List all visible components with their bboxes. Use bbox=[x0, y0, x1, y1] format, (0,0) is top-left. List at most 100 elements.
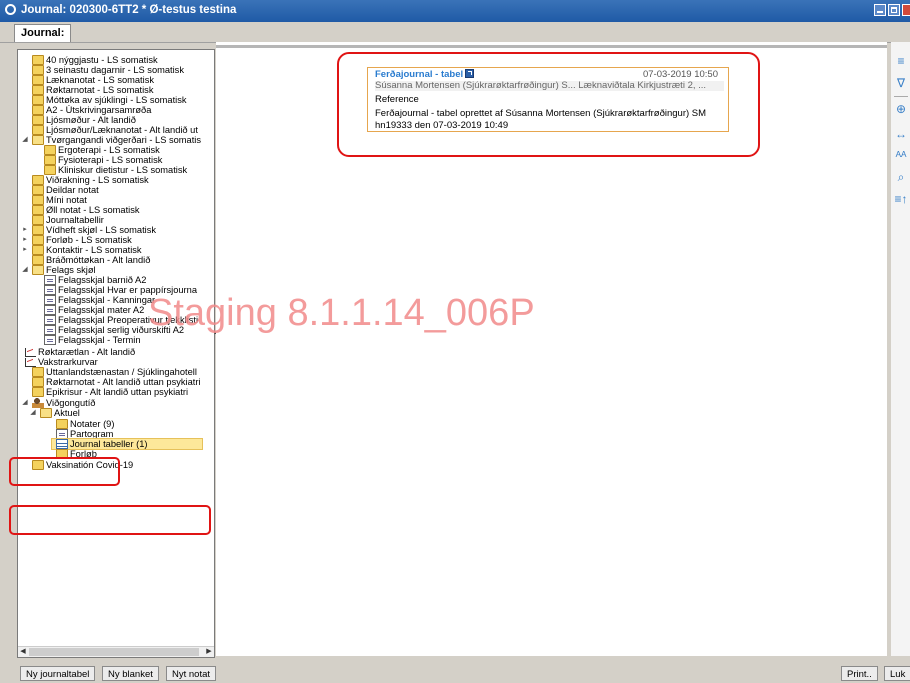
tree-node[interactable]: Kliniskur dietistur - LS somatisk bbox=[18, 165, 214, 175]
person-icon bbox=[32, 398, 44, 408]
tree-node-label: Kontaktir - LS somatisk bbox=[46, 245, 142, 255]
expand-arrow-icon[interactable]: ▸ bbox=[21, 235, 29, 245]
expand-arrow-icon[interactable]: ▸ bbox=[21, 245, 29, 255]
tree-node[interactable]: Journaltabellir bbox=[18, 215, 214, 225]
panel-divider bbox=[216, 45, 887, 48]
document-icon bbox=[44, 325, 56, 335]
tree-node-label: Felagsskjal - Kanningar bbox=[58, 295, 156, 305]
tree-node[interactable]: ▸ Kontaktir - LS somatisk bbox=[18, 245, 214, 255]
tree-node[interactable]: Epikrisur - Alt landið uttan psykiatri bbox=[18, 387, 214, 397]
tree-node[interactable]: Bráðmóttøkan - Alt landið bbox=[18, 255, 214, 265]
tree-node[interactable]: Míni notat bbox=[18, 195, 214, 205]
folder-icon bbox=[32, 377, 44, 387]
expand-arrow-icon[interactable]: ▸ bbox=[21, 225, 29, 235]
folder-icon bbox=[32, 195, 44, 205]
collapse-icon[interactable]: ⊕ bbox=[894, 102, 908, 116]
tree-node[interactable]: ◢ Tvørgangandi viðgerðari - LS somatis bbox=[18, 135, 214, 145]
tree-node[interactable]: ◢ Viðgongutíð bbox=[18, 398, 214, 408]
tree-node[interactable]: Røktarnotat - LS somatisk bbox=[18, 85, 214, 95]
search-document-icon[interactable]: ⌕ bbox=[894, 170, 908, 184]
tree-node-label: Felagsskjal - Termin bbox=[58, 335, 141, 345]
scrollbar-thumb[interactable] bbox=[29, 648, 199, 656]
folder-icon bbox=[44, 165, 56, 175]
tree-node[interactable]: ◢ Felags skjøl bbox=[18, 265, 214, 275]
tree-node[interactable]: Ergoterapi - LS somatisk bbox=[18, 145, 214, 155]
folder-open-icon bbox=[32, 135, 44, 145]
tree-node[interactable]: A2 - Útskrivingarsamrøða bbox=[18, 105, 214, 115]
sort-icon[interactable]: ≡↑ bbox=[894, 192, 908, 206]
tree-node[interactable]: Øll notat - LS somatisk bbox=[18, 205, 214, 215]
tree-node[interactable]: Røktarætlan - Alt landið bbox=[18, 347, 214, 357]
tree-node-label: Bráðmóttøkan - Alt landið bbox=[46, 255, 151, 265]
tree-node-label: 3 seinastu dagarnir - LS somatisk bbox=[46, 65, 184, 75]
folder-icon bbox=[32, 255, 44, 265]
tree-node[interactable]: Partogram bbox=[18, 429, 214, 439]
tree-node-label: Vídheft skjøl - LS somatisk bbox=[46, 225, 157, 235]
tree-node-label: Røktarnotat - Alt landið uttan psykiatri bbox=[46, 377, 201, 387]
tree-node-label: Felagsskjal mater A2 bbox=[58, 305, 145, 315]
folder-icon bbox=[32, 205, 44, 215]
collapse-arrow-icon[interactable]: ◢ bbox=[29, 408, 37, 418]
tree-node[interactable]: ◢ Aktuel bbox=[18, 408, 214, 418]
font-size-icon[interactable]: ᴬᴬ bbox=[894, 149, 908, 163]
tree-node-label: Ergoterapi - LS somatisk bbox=[58, 145, 160, 155]
folder-icon bbox=[32, 185, 44, 195]
folder-icon bbox=[56, 419, 68, 429]
tree-node[interactable]: Læknanotat - LS somatisk bbox=[18, 75, 214, 85]
maximize-button[interactable] bbox=[888, 4, 900, 16]
highlight-annotation bbox=[9, 505, 211, 535]
tree-node[interactable]: Viðrakning - LS somatisk bbox=[18, 175, 214, 185]
tab-journal[interactable]: Journal: bbox=[14, 24, 72, 42]
new-note-button[interactable]: Nyt notat bbox=[166, 666, 217, 681]
journal-tree-panel: 40 nýggjastu - LS somatisk 3 seinastu dag… bbox=[17, 49, 215, 658]
tree-node[interactable]: Deildar notat bbox=[18, 185, 214, 195]
tree-node[interactable]: 40 nýggjastu - LS somatisk bbox=[18, 55, 214, 65]
folder-icon bbox=[32, 95, 44, 105]
tree-node-label: Notater (9) bbox=[70, 419, 115, 429]
expand-width-icon[interactable]: ↔ bbox=[894, 127, 908, 141]
tree-node[interactable]: Móttøka av sjúklingi - LS somatisk bbox=[18, 95, 214, 105]
tree-node[interactable]: ▸ Forløb - LS somatisk bbox=[18, 235, 214, 245]
collapse-arrow-icon[interactable]: ◢ bbox=[21, 135, 29, 145]
tree-node[interactable]: Ljósmøður - Alt landið bbox=[18, 115, 214, 125]
filter-icon[interactable]: ∇ bbox=[894, 76, 908, 90]
tree-node-label: Øll notat - LS somatisk bbox=[46, 205, 140, 215]
tree-node-label: Fysioterapi - LS somatisk bbox=[58, 155, 163, 165]
new-form-button[interactable]: Ny blanket bbox=[102, 666, 159, 681]
close-window-button[interactable] bbox=[902, 4, 910, 16]
tree-node-label: Móttøka av sjúklingi - LS somatisk bbox=[46, 95, 187, 105]
collapse-arrow-icon[interactable]: ◢ bbox=[21, 265, 29, 275]
tree-node-label: Ljósmøður/Læknanotat - Alt landið ut bbox=[46, 125, 198, 135]
tree-node[interactable]: Fysioterapi - LS somatisk bbox=[18, 155, 214, 165]
tree-node[interactable]: Felagsskjal - Termin bbox=[18, 335, 214, 345]
tree-node-label: Felagsskjal barnið A2 bbox=[58, 275, 147, 285]
close-button[interactable]: Luk bbox=[884, 666, 910, 681]
tree-node[interactable]: Røktarnotat - Alt landið uttan psykiatri bbox=[18, 377, 214, 387]
tree-node[interactable]: Journal tabeller (1) bbox=[51, 438, 203, 450]
document-icon bbox=[44, 275, 56, 285]
tree-node[interactable]: Vakstrarkurvar bbox=[18, 357, 214, 367]
folder-open-icon bbox=[40, 408, 52, 418]
tree-node[interactable]: Ljósmøður/Læknanotat - Alt landið ut bbox=[18, 125, 214, 135]
tree-node[interactable]: ▸ Vídheft skjøl - LS somatisk bbox=[18, 225, 214, 235]
tree-node-label: Epikrisur - Alt landið uttan psykiatri bbox=[46, 387, 189, 397]
tree-node-label: Tvørgangandi viðgerðari - LS somatis bbox=[46, 135, 202, 145]
list-view-icon[interactable]: ≡ bbox=[894, 54, 908, 68]
scroll-left-icon[interactable]: ◀ bbox=[18, 647, 28, 657]
tree-node[interactable]: 3 seinastu dagarnir - LS somatisk bbox=[18, 65, 214, 75]
tree-node-label: Røktarnotat - LS somatisk bbox=[46, 85, 154, 95]
tree-node-label: Felags skjøl bbox=[46, 265, 96, 275]
new-journal-table-button[interactable]: Ny journaltabel bbox=[20, 666, 96, 681]
minimize-button[interactable] bbox=[874, 4, 886, 16]
tree-node-label: Forløb - LS somatisk bbox=[46, 235, 132, 245]
collapse-arrow-icon[interactable]: ◢ bbox=[21, 398, 29, 408]
tree-node[interactable]: Notater (9) bbox=[18, 419, 214, 429]
tree-node-label: Deildar notat bbox=[46, 185, 99, 195]
print-button[interactable]: Print.. bbox=[841, 666, 878, 681]
scroll-right-icon[interactable]: ▶ bbox=[204, 647, 214, 657]
tree-node[interactable]: Uttanlandstænastan / Sjúklingahotell bbox=[18, 367, 214, 377]
tree-node-label: A2 - Útskrivingarsamrøða bbox=[46, 105, 152, 115]
tree-node[interactable]: Felagsskjal barnið A2 bbox=[18, 275, 214, 285]
folder-icon bbox=[44, 145, 56, 155]
tree-horizontal-scrollbar[interactable]: ◀ ▶ bbox=[18, 646, 214, 657]
